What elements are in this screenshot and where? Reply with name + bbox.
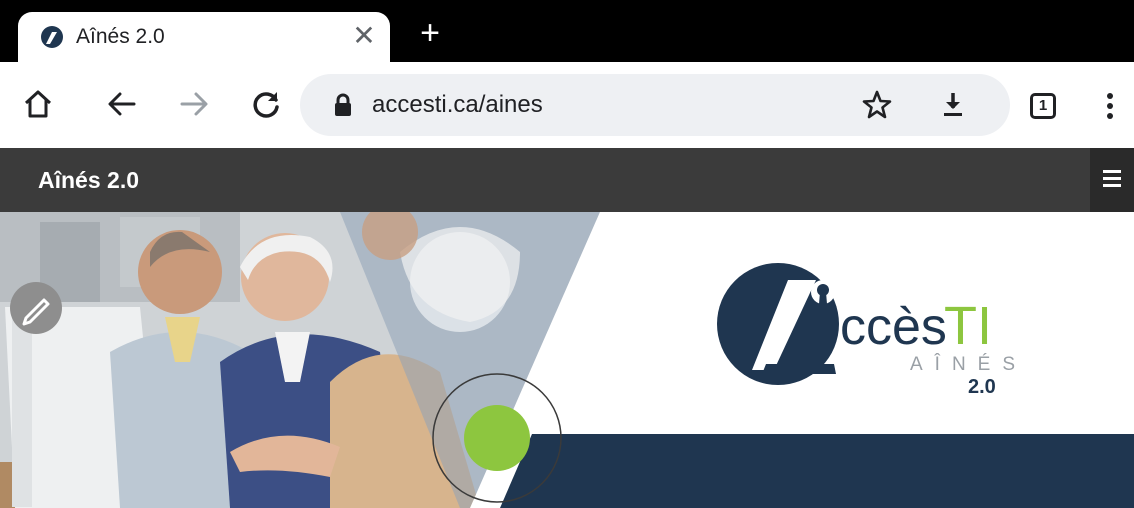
tab-close-icon[interactable]: ✕ xyxy=(349,20,379,52)
logo-wordmark: ccès xyxy=(840,298,947,356)
bookmark-star-icon[interactable] xyxy=(860,88,894,122)
accesti-logo: ccès TI AÎNÉS 2.0 xyxy=(717,263,1027,398)
browser-toolbar: accesti.ca/aines 1 xyxy=(0,62,1134,148)
edit-pencil-icon[interactable] xyxy=(10,282,62,334)
reload-button[interactable] xyxy=(246,84,286,124)
tab-title: Aînés 2.0 xyxy=(76,25,165,48)
hamburger-icon xyxy=(1103,170,1121,173)
forward-button[interactable] xyxy=(174,84,214,124)
hero-banner: ccès TI AÎNÉS 2.0 xyxy=(0,212,1134,508)
site-title[interactable]: Aînés 2.0 xyxy=(38,167,139,194)
logo-version: 2.0 xyxy=(968,376,996,398)
forward-arrow-icon xyxy=(180,92,208,116)
url-text[interactable]: accesti.ca/aines xyxy=(372,91,543,119)
lock-icon xyxy=(335,93,351,116)
reload-icon xyxy=(253,92,279,118)
address-bar[interactable]: accesti.ca/aines xyxy=(300,74,1010,136)
tab-switcher-button[interactable]: 1 xyxy=(1030,93,1056,119)
hamburger-icon-line xyxy=(1103,177,1121,180)
back-arrow-icon xyxy=(108,92,136,116)
home-button[interactable] xyxy=(18,84,58,124)
tab-strip: Aînés 2.0 ✕ + xyxy=(0,0,1134,62)
new-tab-button[interactable]: + xyxy=(414,16,446,50)
browser-tab-active[interactable]: Aînés 2.0 ✕ xyxy=(18,12,390,62)
download-icon[interactable] xyxy=(936,88,970,122)
home-icon xyxy=(24,90,52,118)
site-header: Aînés 2.0 xyxy=(0,148,1134,212)
back-button[interactable] xyxy=(102,84,142,124)
hamburger-icon-line xyxy=(1103,184,1121,187)
hamburger-menu-button[interactable] xyxy=(1090,148,1134,212)
logo-subtitle: AÎNÉS xyxy=(910,353,1027,375)
more-options-icon[interactable] xyxy=(1098,86,1122,126)
logo-accent: TI xyxy=(944,296,992,356)
accesti-favicon-icon xyxy=(41,26,63,48)
